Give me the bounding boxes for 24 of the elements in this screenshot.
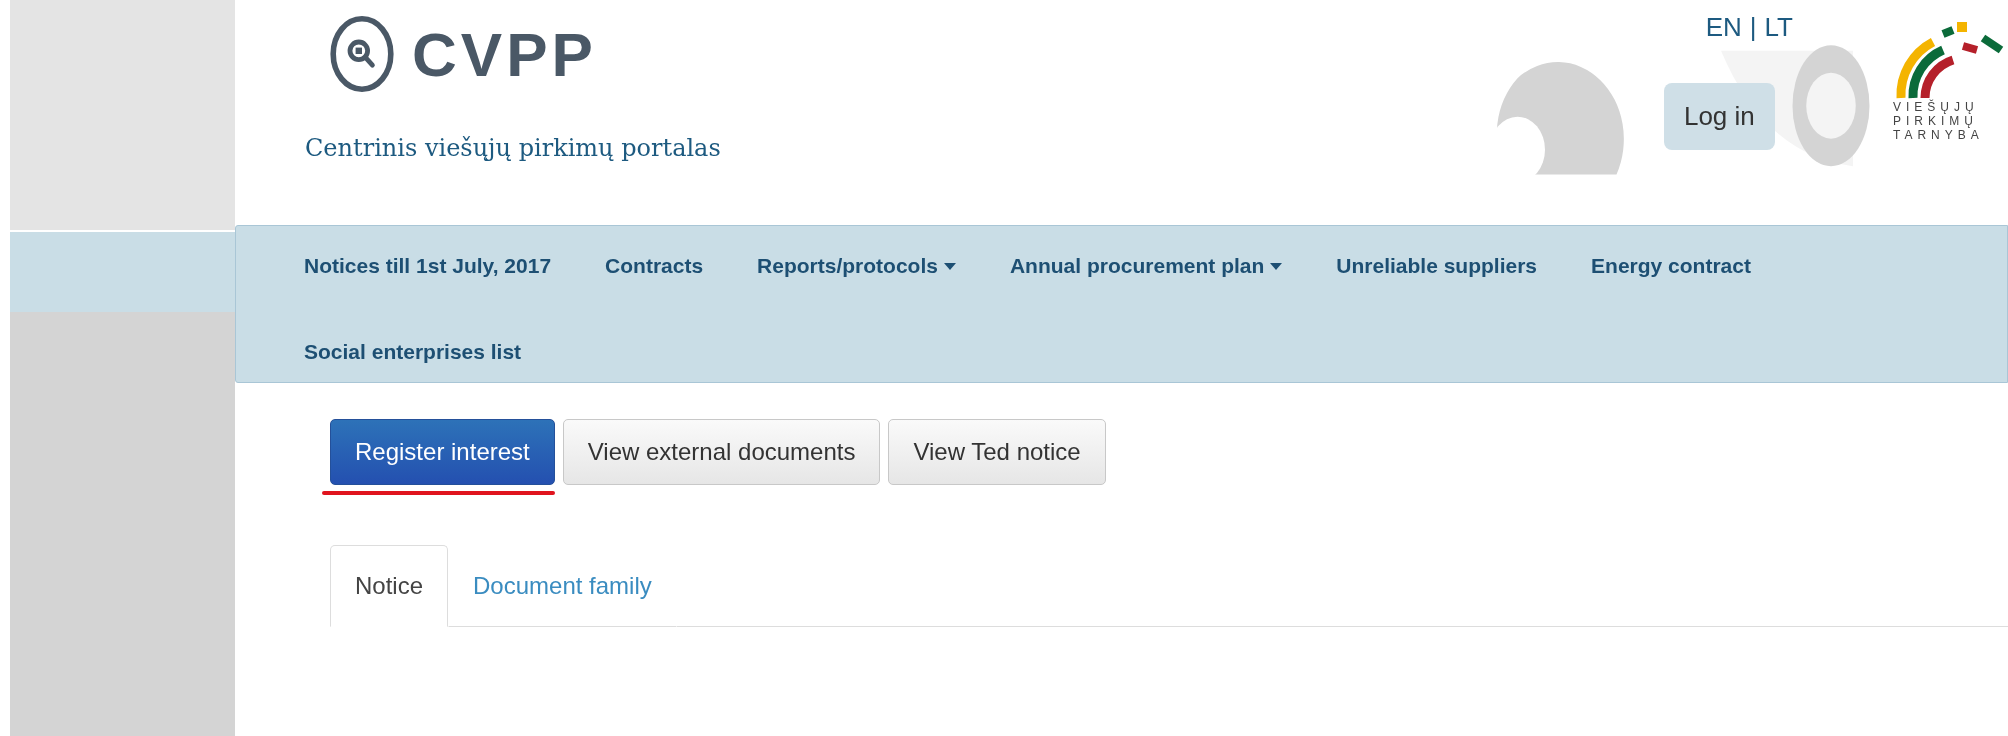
nav-menu-item[interactable]: Energy contract [1591, 238, 1751, 294]
agency-name-text: VIEŠŲJŲ [1893, 100, 1979, 114]
nav-menu-item[interactable]: Notices till 1st July, 2017 [304, 238, 552, 294]
language-separator: | [1749, 12, 1757, 43]
logo-text: CVPP [412, 18, 597, 90]
nav-menu-item[interactable]: Contracts [605, 238, 704, 294]
tab[interactable]: Notice [330, 545, 449, 627]
agency-name-text: PIRKIMŲ [1893, 114, 1978, 128]
action-button[interactable]: View Ted notice [888, 419, 1106, 485]
nav-menu-item[interactable]: Unreliable suppliers [1336, 238, 1538, 294]
caret-icon [1270, 262, 1283, 270]
caret-icon [943, 262, 956, 270]
agency-name-text: TARNYBA [1893, 128, 1984, 142]
action-button[interactable]: Register interest [330, 419, 555, 485]
language-link[interactable]: EN [1705, 12, 1742, 43]
action-button[interactable]: View external documents [562, 419, 881, 485]
nav-menu-item[interactable]: Annual procurement plan [1009, 238, 1283, 294]
tab[interactable]: Document family [448, 545, 677, 627]
nav-menu-item[interactable]: Reports/protocols [757, 238, 956, 294]
portal-tagline: Centrinis viešųjų pirkimų portalas [305, 134, 721, 162]
nav-menu-item[interactable]: Social enterprises list [304, 324, 522, 380]
login-button[interactable]: Log in [1663, 83, 1775, 150]
language-link[interactable]: LT [1764, 12, 1793, 43]
magnifier-logo-icon [330, 14, 394, 94]
